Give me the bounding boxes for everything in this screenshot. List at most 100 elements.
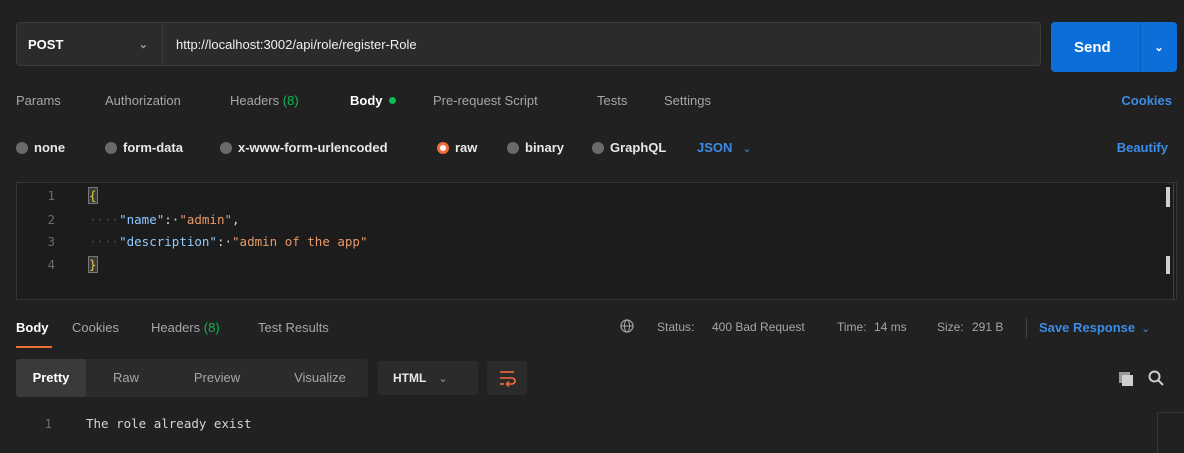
json-value: "admin" (179, 212, 233, 227)
size-value[interactable]: 291 B (972, 320, 1003, 334)
raw-format-label: JSON (697, 140, 733, 155)
editor-line: 1 { (17, 187, 1176, 204)
tab-params[interactable]: Params (16, 93, 61, 108)
colon: :· (216, 234, 233, 249)
url-bar: POST ⌄ http://localhost:3002/api/role/re… (16, 22, 1041, 66)
save-response-label: Save Response (1039, 320, 1136, 335)
raw-format-select[interactable]: JSON ⌄ (697, 140, 752, 155)
editor-line: 4 } (17, 256, 1176, 273)
wrap-lines-icon (500, 371, 516, 388)
divider (1026, 318, 1027, 338)
editor-scrollbar-thumb[interactable] (1166, 256, 1170, 274)
response-format-label: HTML (393, 371, 427, 385)
method-label: POST (28, 36, 64, 52)
editor-line: 3 ····"description":·"admin of the app" (17, 233, 1176, 250)
tab-tests[interactable]: Tests (597, 93, 627, 108)
tab-response-headers[interactable]: Headers (8) (151, 320, 220, 335)
view-tab-visualize[interactable]: Visualize (278, 359, 362, 397)
response-format-select[interactable]: HTML ⌄ (378, 361, 478, 395)
request-tabs: Params Authorization Headers (8) Body Pr… (0, 93, 1184, 115)
radio-binary[interactable]: binary (507, 140, 564, 155)
line-number: 3 (47, 234, 55, 249)
radio-x-www-form-urlencoded[interactable]: x-www-form-urlencoded (220, 140, 388, 155)
radio-raw[interactable]: raw (437, 140, 477, 155)
radio-form-data-label: form-data (123, 140, 183, 155)
send-label: Send (1074, 38, 1111, 56)
response-scrollbar[interactable] (1157, 412, 1184, 453)
close-brace: } (88, 256, 98, 273)
body-type-options: none form-data x-www-form-urlencoded raw… (0, 140, 1184, 162)
tab-response-body[interactable]: Body (16, 320, 49, 335)
indent-whitespace: ···· (89, 212, 120, 227)
status-value[interactable]: 400 Bad Request (712, 320, 805, 334)
tab-body[interactable]: Body (350, 93, 396, 108)
status-label: Status: (657, 320, 695, 334)
radio-dot-icon (592, 141, 604, 154)
time-label: Time: (837, 320, 867, 334)
json-key: "description" (119, 234, 217, 249)
tab-headers[interactable]: Headers (8) (230, 93, 299, 108)
tab-pre-request-script[interactable]: Pre-request Script (433, 93, 538, 108)
line-number: 1 (47, 188, 55, 203)
colon: :· (164, 212, 180, 227)
comma: , (232, 212, 240, 227)
tab-response-cookies[interactable]: Cookies (72, 320, 119, 335)
radio-dot-icon (507, 141, 519, 154)
chevron-down-icon: ⌄ (138, 38, 148, 51)
editor-ruler (1173, 183, 1174, 299)
editor-line: 2 ····"name":·"admin", (17, 211, 1176, 228)
method-select[interactable]: POST ⌄ (17, 23, 163, 65)
radio-none[interactable]: none (16, 140, 65, 155)
radio-dot-icon (105, 141, 117, 154)
view-tab-raw[interactable]: Raw (100, 359, 152, 397)
json-key: "name" (119, 212, 165, 227)
cookies-link[interactable]: Cookies (1121, 93, 1172, 108)
save-response-button[interactable]: Save Response ⌄ (1039, 320, 1150, 335)
response-tabs: Body Cookies Headers (8) Test Results St… (0, 318, 1184, 342)
url-input[interactable]: http://localhost:3002/api/role/register-… (163, 37, 417, 52)
request-body-editor[interactable]: 1 { 2 ····"name":·"admin", 3 ····"descri… (16, 182, 1177, 300)
view-tab-pretty[interactable]: Pretty (16, 359, 86, 397)
tab-settings[interactable]: Settings (664, 93, 711, 108)
wrap-lines-button[interactable] (487, 361, 527, 395)
radio-graphql[interactable]: GraphQL (592, 140, 666, 155)
radio-form-data[interactable]: form-data (105, 140, 183, 155)
tab-body-label: Body (350, 93, 383, 108)
view-tab-preview[interactable]: Preview (176, 359, 258, 397)
chevron-down-icon[interactable]: ⌄ (1141, 41, 1177, 54)
radio-urlencoded-label: x-www-form-urlencoded (238, 140, 388, 155)
time-value[interactable]: 14 ms (874, 320, 907, 334)
response-text: The role already exist (86, 416, 252, 431)
line-number: 2 (47, 212, 55, 227)
tab-test-results[interactable]: Test Results (258, 320, 329, 335)
chevron-down-icon: ⌄ (742, 143, 752, 155)
radio-binary-label: binary (525, 140, 565, 155)
radio-dot-icon (16, 141, 28, 154)
copy-icon[interactable] (1117, 370, 1135, 388)
indent-whitespace: ···· (89, 234, 120, 249)
radio-dot-icon (220, 141, 232, 154)
radio-graphql-label: GraphQL (610, 140, 667, 155)
line-number: 4 (47, 257, 55, 272)
radio-raw-label: raw (455, 140, 478, 155)
radio-selected-icon (437, 141, 449, 154)
open-brace: { (88, 187, 98, 204)
editor-scrollbar-thumb[interactable] (1166, 187, 1170, 207)
radio-none-label: none (34, 140, 66, 155)
send-button[interactable]: Send ⌄ (1051, 22, 1177, 72)
headers-count: (8) (282, 93, 299, 108)
json-value: "admin of the app" (232, 234, 368, 249)
beautify-link[interactable]: Beautify (1117, 140, 1168, 155)
search-icon[interactable] (1147, 369, 1165, 387)
response-body-output[interactable]: 1 The role already exist (0, 412, 1184, 453)
tab-response-headers-label: Headers (151, 320, 201, 335)
globe-icon[interactable] (620, 319, 634, 333)
size-label: Size: (937, 320, 964, 334)
response-view-tabs: Pretty Raw Preview Visualize (16, 359, 368, 397)
chevron-down-icon: ⌄ (438, 373, 448, 385)
response-headers-count: (8) (203, 320, 220, 335)
tab-authorization[interactable]: Authorization (105, 93, 181, 108)
chevron-down-icon: ⌄ (1141, 323, 1151, 335)
active-tab-underline (16, 346, 52, 348)
tab-headers-label: Headers (230, 93, 280, 108)
